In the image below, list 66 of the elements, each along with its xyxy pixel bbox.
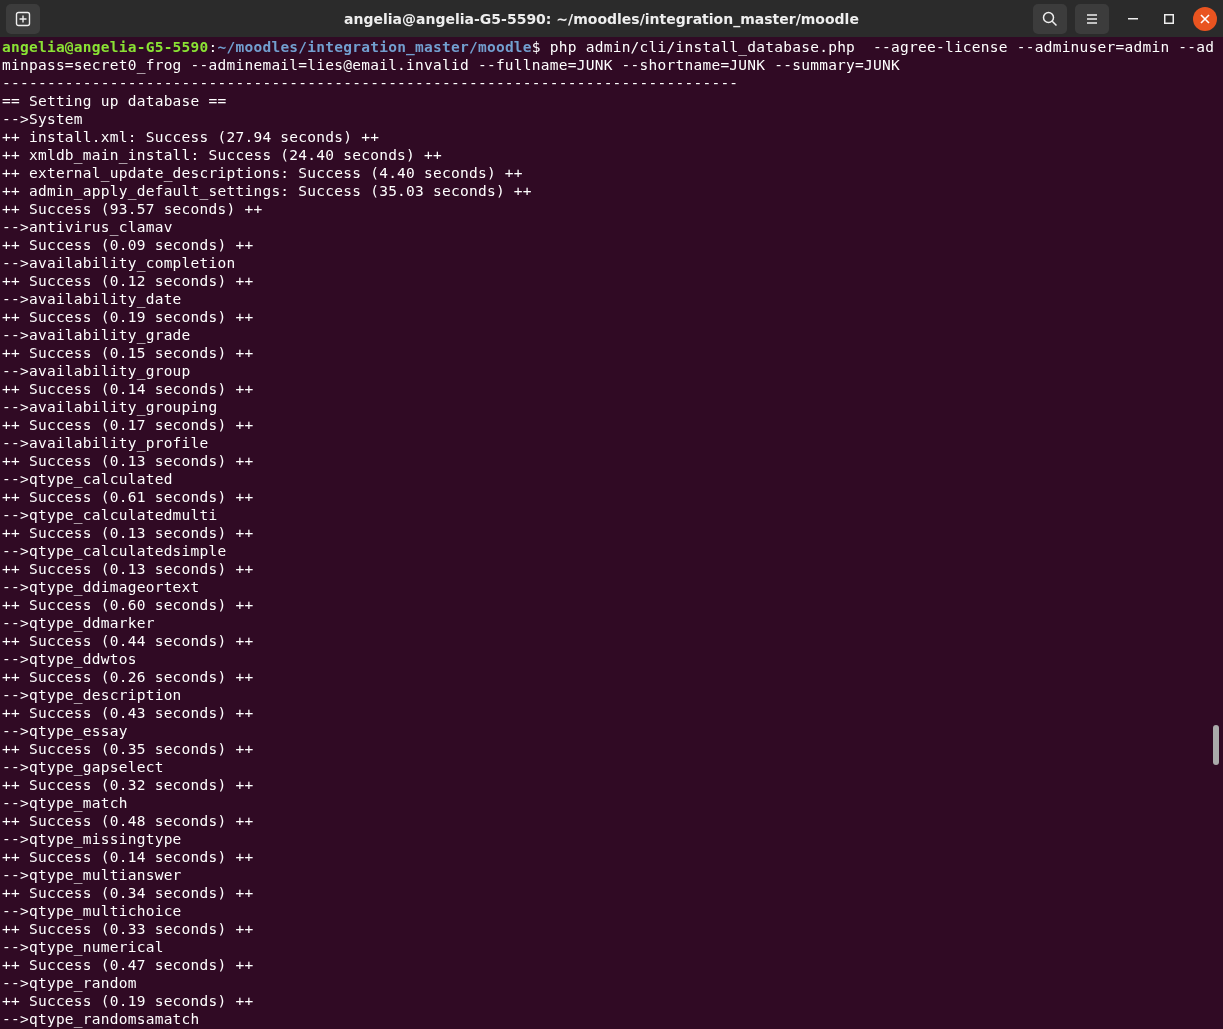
window-title: angelia@angelia-G5-5590: ~/moodles/integration_master/moodle [343, 10, 860, 27]
output-line: -->availability_group [1, 362, 192, 380]
output-line: ++ Success (0.17 seconds) ++ [1, 416, 255, 434]
output-line: ++ external_update_descriptions: Success (4.40 seconds) ++ [1, 164, 524, 182]
output-line: ++ Success (0.32 seconds) ++ [1, 776, 255, 794]
search-button[interactable] [1033, 3, 1067, 34]
output-line: -->qtype_numerical [1, 938, 165, 956]
output-line: -->availability_grouping [1, 398, 219, 416]
output-line: ++ Success (0.33 seconds) ++ [1, 920, 255, 938]
output-line: -->qtype_calculatedsimple [1, 542, 228, 560]
menu-icon [1086, 12, 1098, 25]
output-line: ++ Success (0.26 seconds) ++ [1, 668, 255, 686]
new-tab-button[interactable] [6, 3, 40, 34]
output-line: -->qtype_match [1, 794, 129, 812]
output-line: ++ Success (0.44 seconds) ++ [1, 632, 255, 650]
output-line: -->availability_date [1, 290, 183, 308]
output-line: ++ Success (0.19 seconds) ++ [1, 992, 255, 1010]
output-line: ++ xmldb_main_install: Success (24.40 seconds) ++ [1, 146, 443, 164]
output-line: -->qtype_calculatedmulti [1, 506, 219, 524]
output-line: -->qtype_random [1, 974, 138, 992]
output-line: -->qtype_randomsamatch [1, 1010, 201, 1028]
output-line: -->qtype_description [1, 686, 183, 704]
output-line: -->qtype_ddmarker [1, 614, 156, 632]
output-line: ++ Success (0.34 seconds) ++ [1, 884, 255, 902]
close-button[interactable] [1193, 6, 1217, 31]
output-line: ++ Success (0.15 seconds) ++ [1, 344, 255, 362]
output-line: ++ Success (0.35 seconds) ++ [1, 740, 255, 758]
output-line: -->qtype_gapselect [1, 758, 165, 776]
maximize-icon [1164, 13, 1174, 24]
output-line: ---------------------------------------------------------------------------------- [1, 74, 740, 92]
output-line: ++ Success (0.14 seconds) ++ [1, 848, 255, 866]
output-line: -->qtype_calculated [1, 470, 174, 488]
output-line: -->availability_grade [1, 326, 192, 344]
output-line: -->qtype_ddwtos [1, 650, 138, 668]
scrollbar-thumb[interactable] [1213, 725, 1219, 765]
output-line: ++ Success (0.13 seconds) ++ [1, 524, 255, 542]
output-line: -->qtype_multianswer [1, 866, 183, 884]
output-line: -->qtype_missingtype [1, 830, 183, 848]
output-line: -->qtype_multichoice [1, 902, 183, 920]
output-line: ++ Success (0.14 seconds) ++ [1, 380, 255, 398]
output-line: ++ admin_apply_default_settings: Success (35.03 seconds) ++ [1, 182, 533, 200]
output-line: -->qtype_essay [1, 722, 129, 740]
minimize-icon [1128, 17, 1138, 20]
output-line: ++ Success (0.60 seconds) ++ [1, 596, 255, 614]
output-line: ++ Success (0.47 seconds) ++ [1, 956, 255, 974]
output-line: ++ Success (0.19 seconds) ++ [1, 308, 255, 326]
close-icon [1200, 13, 1210, 24]
output-line: -->availability_profile [1, 434, 210, 452]
output-line: -->availability_completion [1, 254, 237, 272]
output-line: ++ install.xml: Success (27.94 seconds) ++ [1, 128, 381, 146]
new-tab-icon [15, 10, 31, 27]
output-line: ++ Success (0.13 seconds) ++ [1, 560, 255, 578]
output-line: -->antivirus_clamav [1, 218, 174, 236]
output-line: ++ Success (0.48 seconds) ++ [1, 812, 255, 830]
search-icon [1042, 10, 1058, 27]
output-line: -->qtype_ddimageortext [1, 578, 201, 596]
output-line: ++ Success (0.09 seconds) ++ [1, 236, 255, 254]
output-line: ++ Success (0.61 seconds) ++ [1, 488, 255, 506]
output-line: ++ Success (93.57 seconds) ++ [1, 200, 264, 218]
output-line: == Setting up database == [1, 92, 228, 110]
output-line: ++ Success (0.12 seconds) ++ [1, 272, 255, 290]
output-line: -->System [1, 110, 84, 128]
menu-button[interactable] [1075, 3, 1109, 34]
command-line: angelia@angelia-G5-5590:~/moodles/integration_master/moodle$ php admin/cli/install_database.php --agree-license --adminuser=admin --adminpass=secret0_frog --adminemail=lies@email.invalid --fullname=JUNK --shortname=JUNK --summary=JUNK [1, 38, 1216, 74]
output-line: ++ Success (0.43 seconds) ++ [1, 704, 255, 722]
output-line: ++ Success (0.13 seconds) ++ [1, 452, 255, 470]
